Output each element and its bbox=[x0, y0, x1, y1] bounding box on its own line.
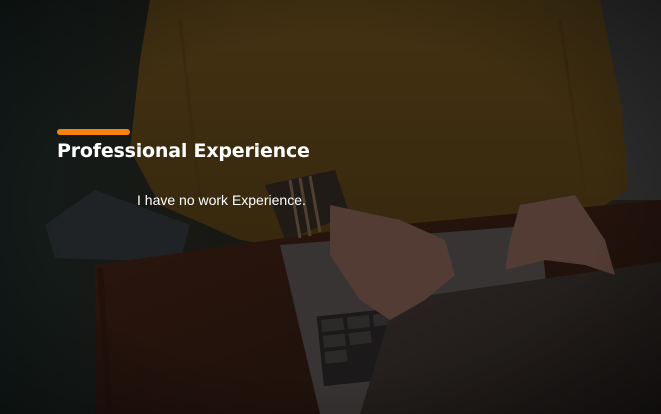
title-accent-bar bbox=[57, 129, 130, 135]
background-photo bbox=[0, 0, 661, 414]
section-title: Professional Experience bbox=[57, 140, 310, 162]
section-body-text: I have no work Experience. bbox=[137, 192, 306, 208]
slide: Professional Experience I have no work E… bbox=[0, 0, 661, 414]
